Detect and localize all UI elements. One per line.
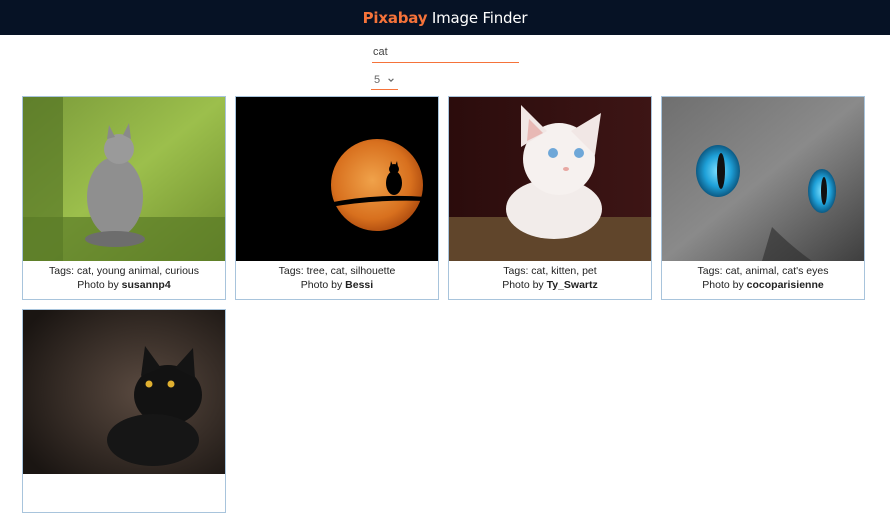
image-tags: Tags: tree, cat, silhouette <box>278 265 396 277</box>
photo-by-label: Photo by <box>77 279 122 291</box>
photo-by-label: Photo by <box>702 279 747 291</box>
brand-image-finder: Image Finder <box>427 8 528 27</box>
image-credit: Photo by cocoparisienne <box>662 278 864 292</box>
result-image[interactable] <box>23 97 225 261</box>
photo-by-label: Photo by <box>502 279 547 291</box>
image-credit: Photo by Bessi <box>236 278 438 292</box>
result-image[interactable] <box>23 310 225 474</box>
image-card[interactable]: Tags: tree, cat, silhouette Photo by Bes… <box>235 96 439 300</box>
card-meta: Tags: cat, young animal, curious Photo b… <box>23 261 225 292</box>
image-credit: Photo by Ty_Swartz <box>449 278 651 292</box>
search-input[interactable] <box>372 41 519 63</box>
result-count-select[interactable]: 5 <box>371 71 398 90</box>
image-card[interactable]: Tags: cat, young animal, curious Photo b… <box>22 96 226 300</box>
image-tags: Tags: cat, kitten, pet <box>503 265 597 277</box>
card-meta: Tags: cat, animal, cat's eyes Photo by c… <box>662 261 864 292</box>
image-tags: Tags: cat, animal, cat's eyes <box>697 265 829 277</box>
image-credit: Photo by susannp4 <box>23 278 225 292</box>
image-card[interactable]: Tags: cat, animal, cat's eyes Photo by c… <box>661 96 865 300</box>
photo-by-label: Photo by <box>300 279 346 291</box>
result-image[interactable] <box>236 97 438 261</box>
result-image[interactable] <box>449 97 651 261</box>
chevron-down-icon <box>388 78 394 82</box>
result-image[interactable] <box>662 97 864 261</box>
card-meta: Tags: cat, kitten, pet Photo by Ty_Swart… <box>449 261 651 292</box>
image-card[interactable]: Tags: cat, kitten, pet Photo by Ty_Swart… <box>448 96 652 300</box>
image-card[interactable] <box>22 309 226 513</box>
image-tags: Tags: cat, young animal, curious <box>49 265 199 277</box>
image-author: Ty_Swartz <box>546 279 598 291</box>
card-meta: Tags: tree, cat, silhouette Photo by Bes… <box>236 261 438 292</box>
app-header: Pixabay Image Finder <box>0 0 890 35</box>
result-count-value: 5 <box>374 74 381 86</box>
image-author: Bessi <box>345 279 374 291</box>
app-title: Pixabay Image Finder <box>363 9 528 27</box>
image-author: cocoparisienne <box>746 279 824 291</box>
image-author: susannp4 <box>121 279 171 291</box>
brand-pixabay: Pixabay <box>362 8 428 27</box>
